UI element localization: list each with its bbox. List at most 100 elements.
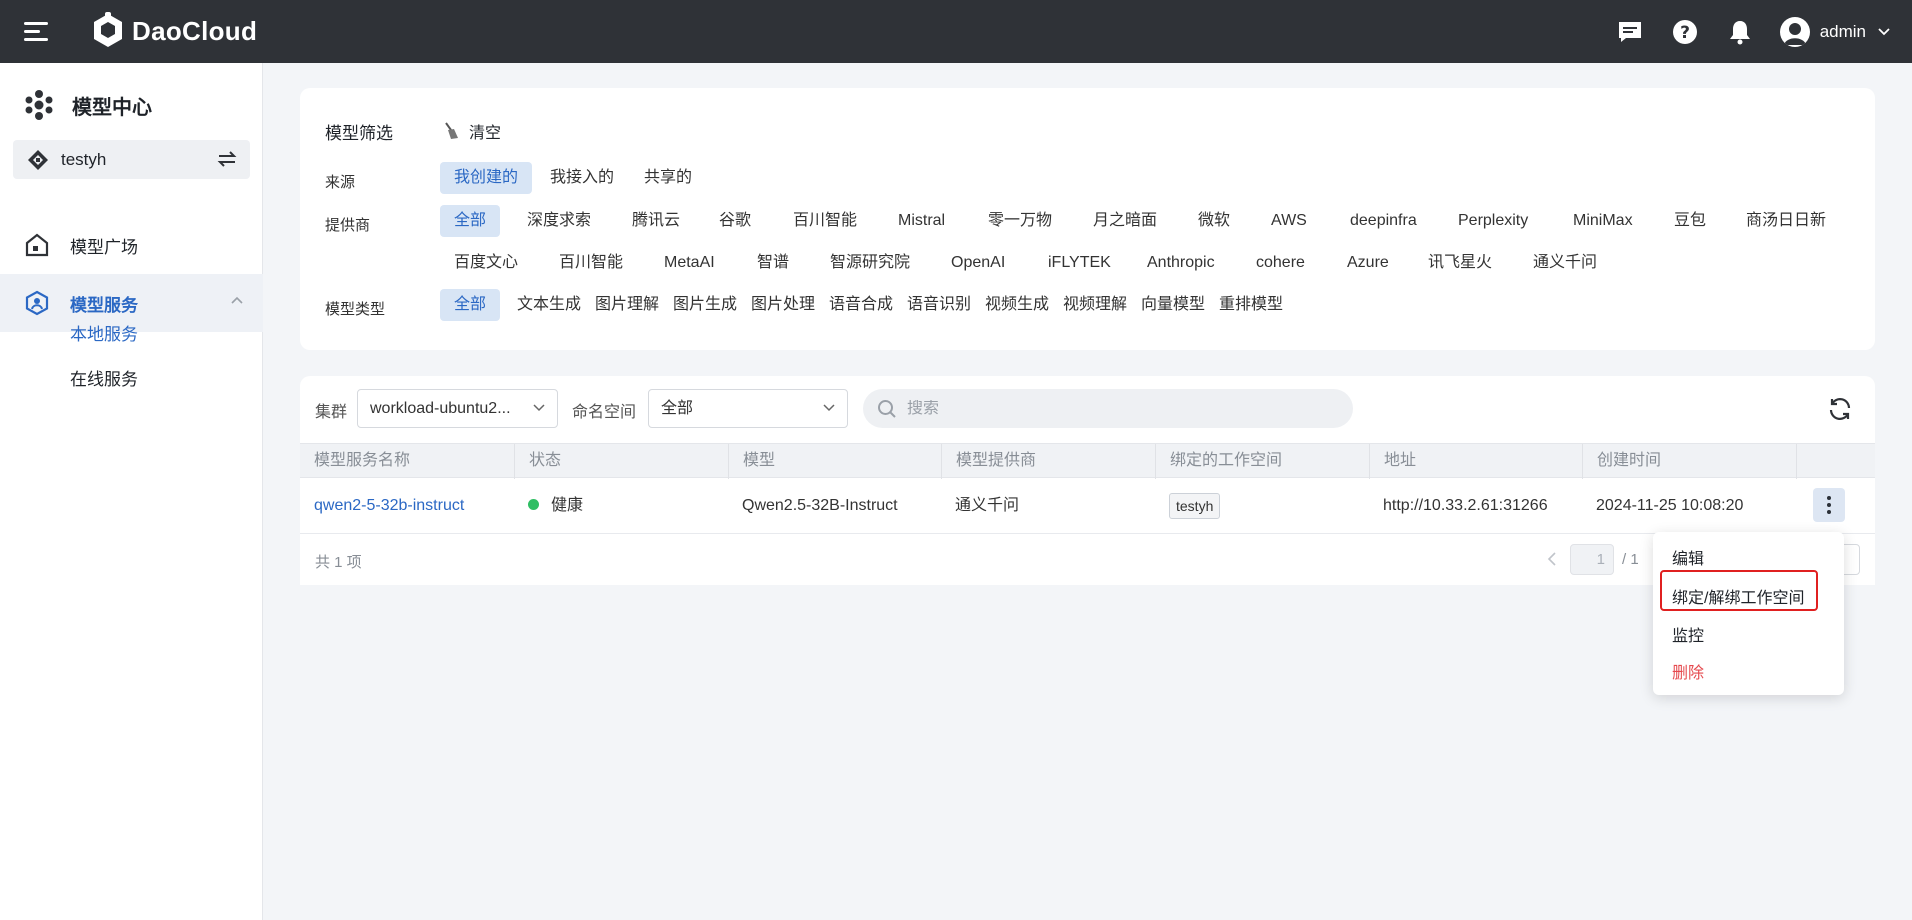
provider-chip[interactable]: 月之暗面	[1079, 205, 1171, 237]
model-filter-panel: 模型筛选 清空 来源 我创建的 我接入的 共享的 提供商 全部 深度求索 腾讯云…	[300, 88, 1875, 350]
provider-chip[interactable]: 商汤日日新	[1732, 205, 1840, 237]
search-input[interactable]	[907, 399, 1307, 418]
provider-chip[interactable]: Azure	[1333, 247, 1403, 279]
top-bar: DaoCloud ? admin	[0, 0, 1912, 63]
table-row: qwen2-5-32b-instruct 健康 Qwen2.5-32B-Inst…	[300, 478, 1875, 534]
provider-chip[interactable]: 深度求索	[513, 205, 605, 237]
provider-chip[interactable]: AWS	[1257, 205, 1321, 237]
provider-chip[interactable]: 谷歌	[705, 205, 765, 237]
provider-chip[interactable]: 腾讯云	[618, 205, 694, 237]
provider-chip[interactable]: Mistral	[884, 205, 959, 237]
column-header[interactable]: 模型	[728, 444, 941, 479]
provider-chip[interactable]: 讯飞星火	[1414, 247, 1506, 279]
help-icon[interactable]: ?	[1670, 17, 1700, 47]
service-table-panel: 集群 workload-ubuntu2... 命名空间 全部 模型服务名称 状态…	[300, 376, 1875, 585]
column-header[interactable]: 绑定的工作空间	[1155, 444, 1369, 479]
provider-chip[interactable]: 百川智能	[545, 247, 637, 279]
model-type-chip[interactable]: 重排模型	[1205, 289, 1297, 321]
namespace-label: 命名空间	[572, 404, 637, 421]
status-cell: 健康	[514, 478, 583, 534]
search-box[interactable]	[863, 389, 1353, 428]
refresh-icon[interactable]	[1827, 396, 1853, 422]
provider-chip[interactable]: 通义千问	[1519, 247, 1611, 279]
menu-item-delete[interactable]: 删除	[1672, 659, 1704, 683]
source-label: 来源	[325, 174, 356, 191]
column-header[interactable]: 模型服务名称	[300, 444, 514, 479]
address-cell: http://10.33.2.61:31266	[1383, 497, 1548, 514]
column-header[interactable]: 创建时间	[1582, 444, 1796, 479]
page-total: / 1	[1622, 551, 1639, 568]
menu-item-monitor[interactable]: 监控	[1672, 622, 1704, 646]
provider-chip[interactable]: MetaAI	[650, 247, 729, 279]
provider-chip[interactable]: 全部	[440, 205, 501, 237]
provider-chip[interactable]: 豆包	[1660, 205, 1720, 237]
chevron-left-icon[interactable]	[1547, 551, 1557, 567]
model-center-icon	[25, 90, 53, 120]
more-actions-icon[interactable]	[1813, 488, 1845, 522]
page-input[interactable]: 1	[1570, 544, 1614, 575]
chevron-down-icon	[1878, 27, 1890, 35]
provider-chip[interactable]: 零一万物	[974, 205, 1066, 237]
avatar	[1779, 16, 1810, 47]
menu-item-edit[interactable]: 编辑	[1672, 545, 1704, 569]
menu-toggle-icon[interactable]	[24, 20, 50, 42]
column-header[interactable]: 地址	[1369, 444, 1582, 479]
provider-chip[interactable]: Anthropic	[1133, 247, 1229, 279]
chevron-down-icon	[533, 404, 545, 412]
sidebar-title: 模型中心	[24, 89, 152, 121]
provider-chip[interactable]: 智源研究院	[816, 247, 924, 279]
search-icon	[878, 399, 896, 418]
source-chip[interactable]: 共享的	[630, 162, 706, 194]
chevron-up-icon	[231, 296, 243, 304]
provider-chip[interactable]: 百度文心	[440, 247, 532, 279]
workspace-name: testyh	[61, 149, 107, 169]
menu-item-bind-workspace[interactable]: 绑定/解绑工作空间	[1672, 584, 1804, 608]
daocloud-logo-icon	[94, 12, 122, 47]
model-type-label: 模型类型	[325, 301, 386, 318]
total-count: 共 1 项	[315, 554, 362, 571]
filter-title: 模型筛选	[325, 124, 393, 143]
cluster-select[interactable]: workload-ubuntu2...	[357, 389, 558, 428]
provider-chip[interactable]: MiniMax	[1559, 205, 1647, 237]
sidebar-subitem-local-service[interactable]: 本地服务	[70, 320, 138, 345]
provider-chip[interactable]: OpenAI	[937, 247, 1019, 279]
provider-chip[interactable]: 智谱	[743, 247, 803, 279]
source-chip[interactable]: 我接入的	[536, 162, 628, 194]
cluster-label: 集群	[315, 404, 348, 421]
workspace-switcher[interactable]: testyh	[13, 140, 250, 179]
provider-chip[interactable]: deepinfra	[1336, 205, 1431, 237]
table-header: 模型服务名称 状态 模型 模型提供商 绑定的工作空间 地址 创建时间	[300, 443, 1875, 479]
workspace-cell: testyh	[1155, 478, 1221, 534]
column-header[interactable]: 模型提供商	[941, 444, 1155, 479]
provider-cell: 通义千问	[955, 497, 1020, 514]
provider-chip[interactable]: 百川智能	[779, 205, 871, 237]
model-service-icon	[25, 290, 49, 316]
svg-text:?: ?	[1680, 23, 1690, 43]
provider-chip[interactable]: cohere	[1242, 247, 1319, 279]
model-type-chip[interactable]: 全部	[440, 289, 501, 321]
provider-chip[interactable]: 微软	[1184, 205, 1244, 237]
switch-icon[interactable]	[216, 149, 238, 169]
sidebar-subitem-online-service[interactable]: 在线服务	[70, 365, 138, 390]
provider-chip[interactable]: Perplexity	[1444, 205, 1542, 237]
status-dot	[528, 499, 539, 511]
created-time-cell: 2024-11-25 10:08:20	[1596, 497, 1744, 514]
brand-logo[interactable]: DaoCloud	[90, 12, 257, 50]
workspace-icon	[28, 149, 48, 170]
notification-bell-icon[interactable]	[1725, 17, 1755, 47]
provider-chip[interactable]: iFLYTEK	[1034, 247, 1125, 279]
user-menu[interactable]: admin	[1779, 16, 1890, 47]
username: admin	[1819, 21, 1866, 41]
column-header-actions	[1796, 444, 1873, 479]
brand-name: DaoCloud	[132, 15, 258, 46]
namespace-select[interactable]: 全部	[648, 389, 848, 428]
model-cell: Qwen2.5-32B-Instruct	[742, 497, 898, 514]
service-name-link[interactable]: qwen2-5-32b-instruct	[300, 478, 464, 534]
source-chip[interactable]: 我创建的	[440, 162, 533, 194]
message-icon[interactable]	[1615, 17, 1645, 47]
clear-filter-button[interactable]: 清空	[442, 119, 501, 143]
row-actions-menu: 编辑 绑定/解绑工作空间 监控 删除	[1653, 532, 1844, 695]
column-header[interactable]: 状态	[514, 444, 728, 479]
home-icon	[25, 233, 49, 257]
sidebar-item-model-square[interactable]: 模型广场	[0, 216, 263, 274]
